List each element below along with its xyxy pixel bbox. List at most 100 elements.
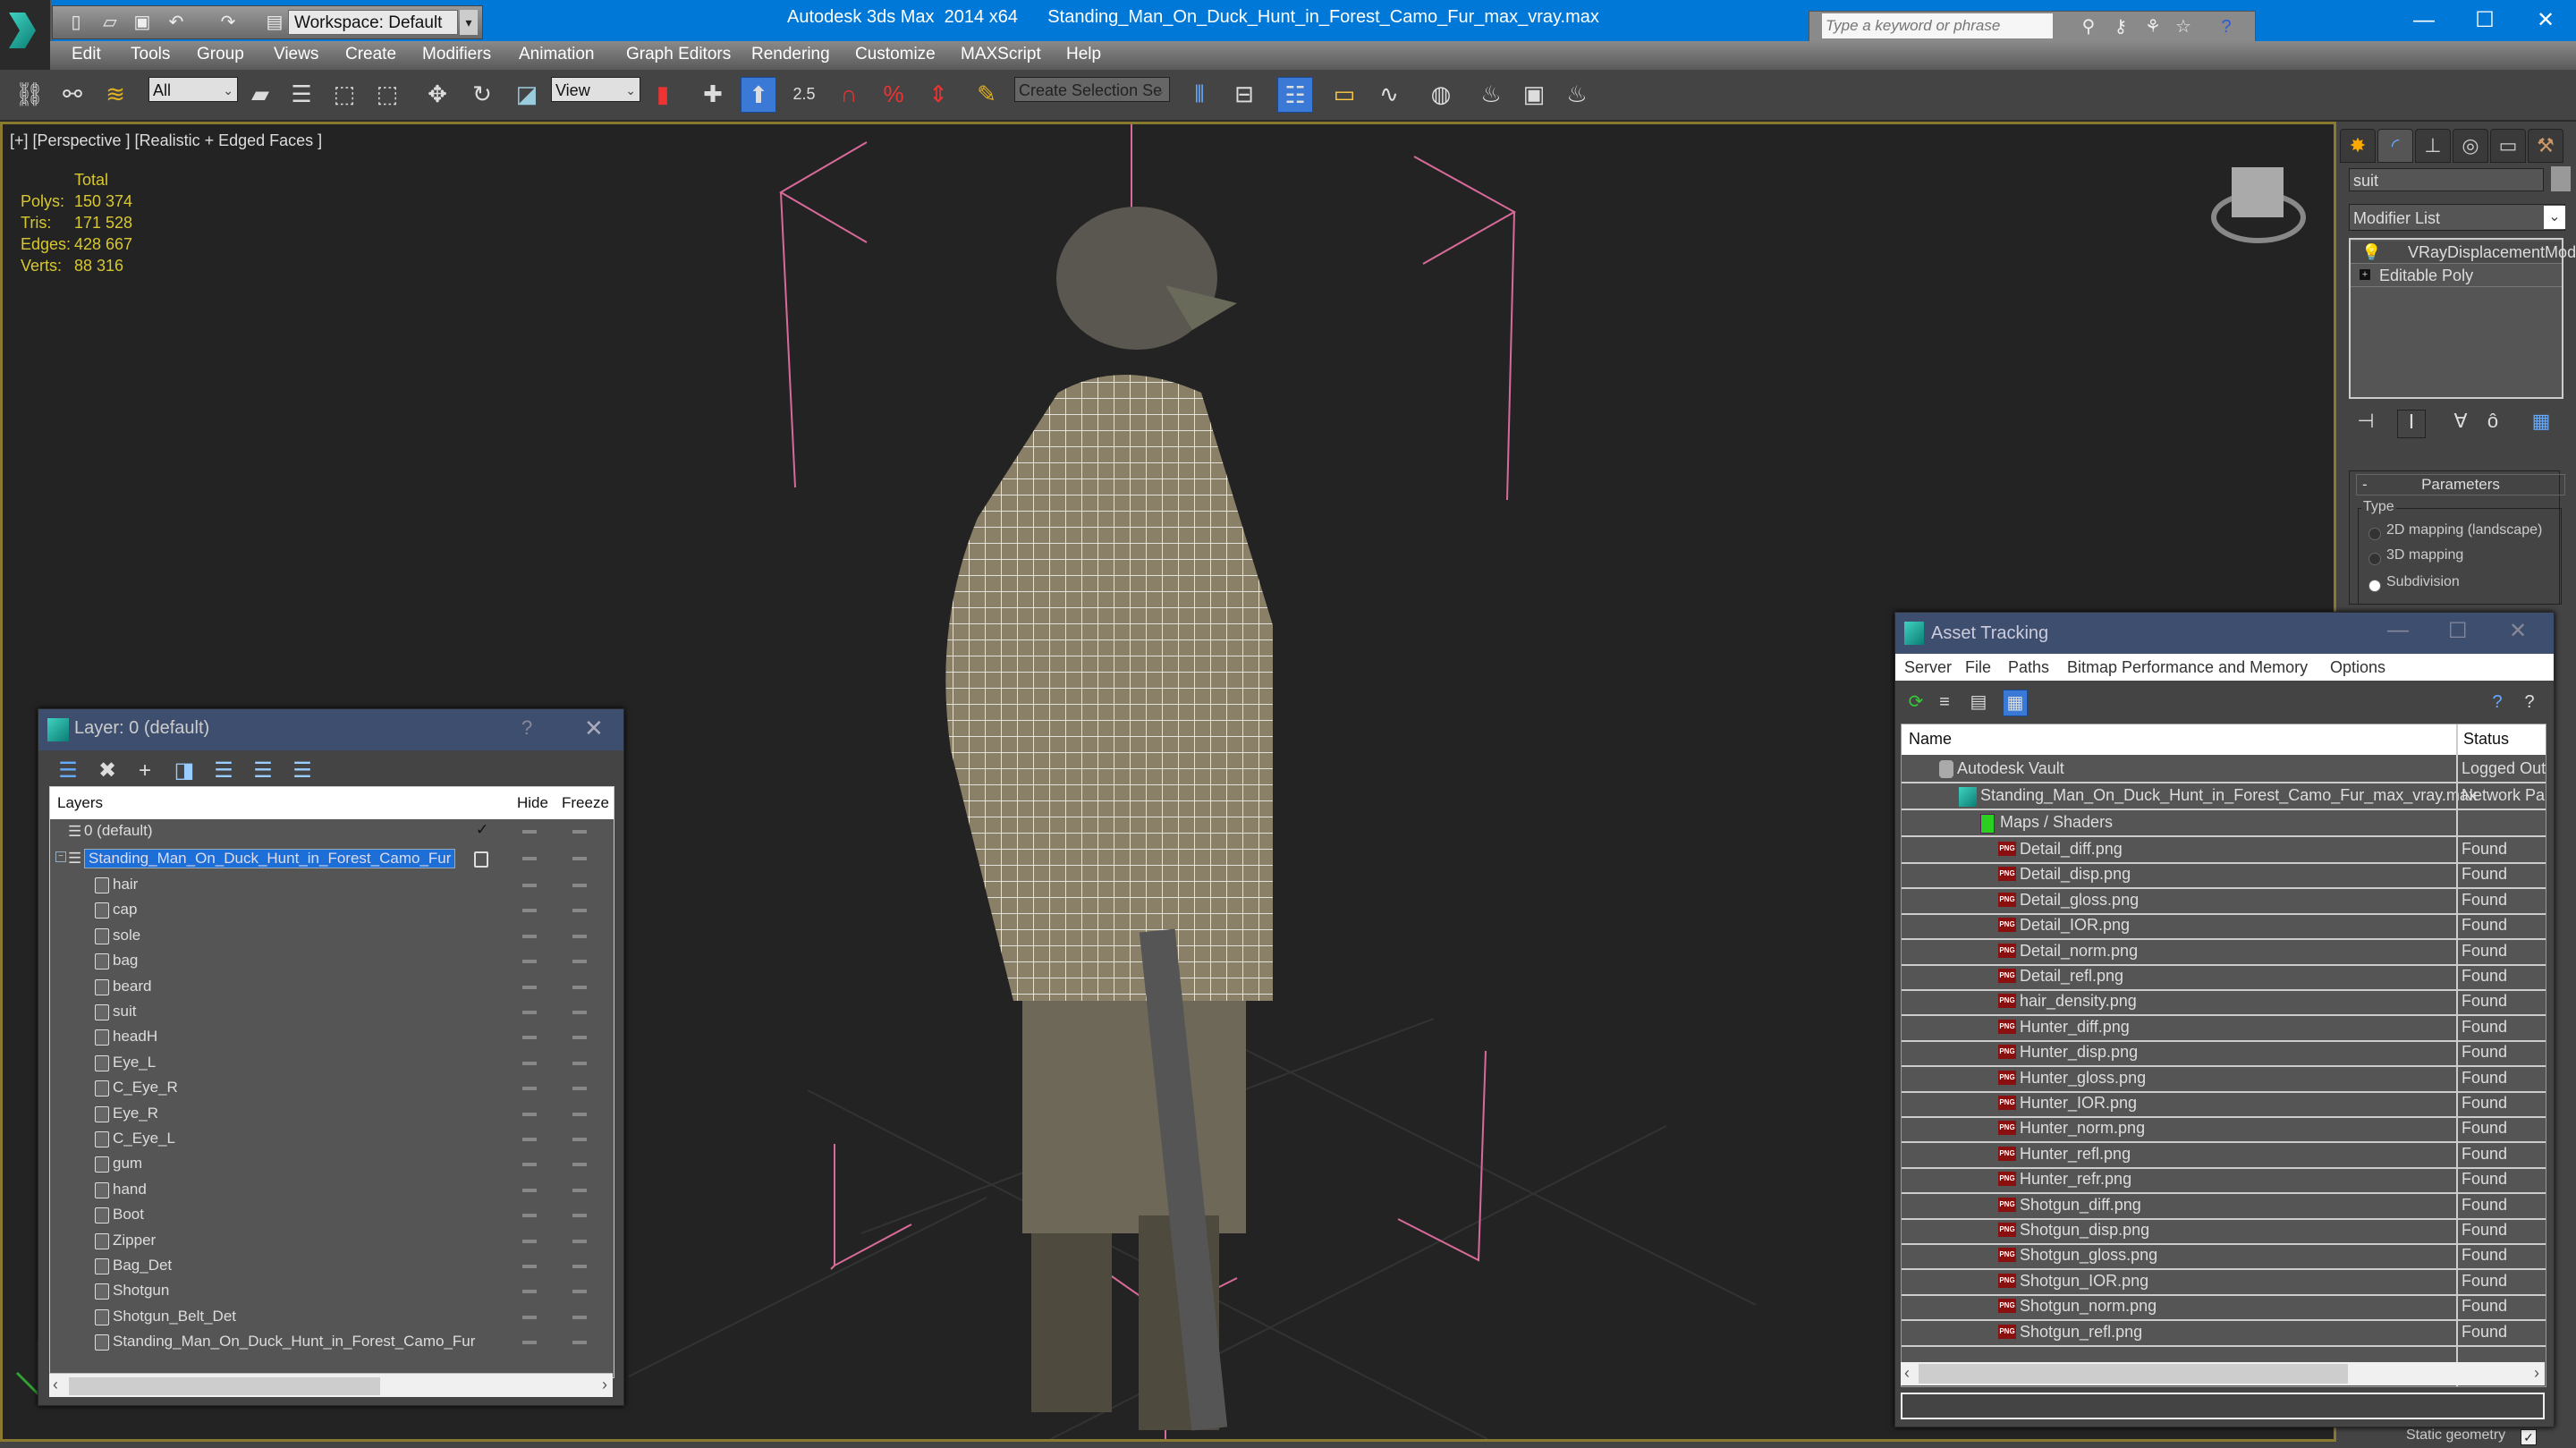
layer-object-row[interactable]: sole <box>50 924 614 949</box>
freeze-toggle[interactable] <box>572 884 587 887</box>
bind-space-warp-icon[interactable]: ≋ <box>98 77 132 111</box>
layer-object-row[interactable]: hair <box>50 873 614 898</box>
viewport-label[interactable]: [+] [Perspective ] [Realistic + Edged Fa… <box>10 131 322 150</box>
asset-row[interactable]: PNG Hunter_refr.png Found <box>1902 1167 2546 1195</box>
freeze-toggle[interactable] <box>572 1138 587 1141</box>
render-setup-icon[interactable]: ♨ <box>1474 77 1508 111</box>
freeze-toggle[interactable] <box>572 1011 587 1014</box>
snaps-toggle-icon[interactable]: 2.5 <box>787 77 821 111</box>
close-button[interactable]: ✕ <box>2509 618 2527 644</box>
column-status[interactable]: Status <box>2463 730 2509 749</box>
undo-icon[interactable]: ↶ <box>165 12 187 33</box>
save-file-icon[interactable]: ▣ <box>131 12 153 33</box>
select-object-icon[interactable]: ▰ <box>243 77 277 111</box>
scroll-right-icon[interactable]: › <box>602 1376 607 1394</box>
radio-subdivision[interactable] <box>2368 580 2381 592</box>
asset-row-vault[interactable]: Autodesk Vault Logged Out <box>1902 757 2546 783</box>
asset-row[interactable]: PNG Shotgun_refl.png Found <box>1902 1320 2546 1347</box>
maximize-button[interactable]: ☐ <box>2458 4 2512 38</box>
asset-row[interactable]: PNG Hunter_diff.png Found <box>1902 1015 2546 1042</box>
modifier-list-dropdown[interactable]: Modifier List <box>2349 204 2565 231</box>
manipulate-icon[interactable]: ✚ <box>696 77 730 111</box>
freeze-toggle[interactable] <box>572 934 587 938</box>
hide-toggle[interactable] <box>522 1061 537 1065</box>
qat-customize-arrow[interactable]: ▾ <box>460 10 478 35</box>
asset-row[interactable]: PNG Detail_gloss.png Found <box>1902 888 2546 915</box>
app-menu-button[interactable] <box>0 0 51 75</box>
hide-toggle[interactable] <box>522 1315 537 1319</box>
layer-object-row[interactable]: gum <box>50 1152 614 1177</box>
menu-bitmap-performance[interactable]: Bitmap Performance and Memory <box>2067 658 2308 677</box>
layer-dialog-titlebar[interactable]: Layer: 0 (default) ? ✕ <box>38 709 623 750</box>
parameters-rollout-header[interactable]: - Parameters <box>2356 474 2565 495</box>
hide-toggle[interactable] <box>522 1265 537 1268</box>
menu-maxscript[interactable]: MAXScript <box>961 45 1041 64</box>
refresh-icon[interactable]: ⟳ <box>1904 690 1928 715</box>
stack-item-editable-poly[interactable]: + Editable Poly <box>2351 265 2562 287</box>
asset-row[interactable]: PNG hair_density.png Found <box>1902 989 2546 1017</box>
render-production-icon[interactable]: ♨ <box>1560 77 1594 111</box>
pivot-center-icon[interactable]: ▮ <box>646 77 680 111</box>
layer-object-row[interactable]: hand <box>50 1178 614 1203</box>
asset-horizontal-scrollbar[interactable]: ‹ › <box>1901 1362 2545 1385</box>
static-geometry-checkbox[interactable]: ✓ <box>2521 1429 2537 1445</box>
hide-toggle[interactable] <box>522 884 537 887</box>
asset-row[interactable]: PNG Hunter_disp.png Found <box>1902 1040 2546 1068</box>
edit-named-selection-icon[interactable]: ✎ <box>970 77 1004 111</box>
menu-edit[interactable]: Edit <box>72 45 101 64</box>
redo-icon[interactable]: ↷ <box>217 12 239 33</box>
freeze-toggle[interactable] <box>572 1265 587 1268</box>
current-layer-check-icon[interactable]: ✓ <box>476 821 488 839</box>
layer-object-row[interactable]: Zipper <box>50 1229 614 1254</box>
asset-row[interactable]: PNG Hunter_gloss.png Found <box>1902 1066 2546 1093</box>
material-editor-icon[interactable]: ◍ <box>1424 77 1458 111</box>
asset-dialog-titlebar[interactable]: Asset Tracking — ☐ ✕ <box>1895 613 2554 654</box>
layer-object-row[interactable]: Shotgun <box>50 1279 614 1304</box>
asset-row[interactable]: PNG Detail_disp.png Found <box>1902 862 2546 890</box>
rotate-icon[interactable]: ↻ <box>465 77 499 111</box>
hide-toggle[interactable] <box>522 909 537 913</box>
create-new-layer-icon[interactable]: ☰ <box>55 758 81 784</box>
scale-icon[interactable]: ◪ <box>510 77 544 111</box>
rendered-frame-window-icon[interactable]: ▣ <box>1517 77 1551 111</box>
satellite-icon[interactable]: ⚘ <box>2142 15 2164 38</box>
layer-object-row[interactable]: C_Eye_R <box>50 1076 614 1101</box>
hide-toggle[interactable] <box>522 985 537 989</box>
layer-object-row[interactable]: Standing_Man_On_Duck_Hunt_in_Forest_Camo… <box>50 1330 614 1355</box>
new-file-icon[interactable]: ▯ <box>65 12 87 33</box>
menu-tools[interactable]: Tools <box>131 45 170 64</box>
freeze-toggle[interactable] <box>572 1315 587 1319</box>
align-icon[interactable]: ⊟ <box>1227 77 1261 111</box>
reference-coord-dropdown[interactable]: View ⌄ <box>551 77 640 102</box>
hide-unhide-all-layers-icon[interactable]: ☰ <box>250 758 276 784</box>
maximize-button[interactable]: ☐ <box>2448 618 2468 644</box>
layer-object-row[interactable]: Eye_R <box>50 1102 614 1127</box>
minimize-button[interactable]: — <box>2397 4 2451 38</box>
link-icon[interactable]: ⛓ <box>13 77 47 111</box>
scrollbar-thumb[interactable] <box>1919 1364 2348 1384</box>
rect-selection-icon[interactable]: ⬚ <box>327 77 361 111</box>
menu-rendering[interactable]: Rendering <box>751 45 830 64</box>
display-tab-icon[interactable]: ▭ <box>2490 129 2526 163</box>
angle-snap-icon[interactable]: ∩ <box>832 77 866 111</box>
spinner-snap-icon[interactable]: ⇕ <box>921 77 955 111</box>
hierarchy-tab-icon[interactable]: ⊥ <box>2415 129 2451 163</box>
modify-tab-icon[interactable]: ◜ <box>2377 129 2413 163</box>
mirror-icon[interactable]: ⫴ <box>1182 77 1216 111</box>
freeze-toggle[interactable] <box>572 1341 587 1345</box>
freeze-toggle[interactable] <box>572 985 587 989</box>
menu-create[interactable]: Create <box>345 45 396 64</box>
curve-editor-icon[interactable]: ∿ <box>1372 77 1406 111</box>
hide-toggle[interactable] <box>522 934 537 938</box>
hide-toggle[interactable] <box>522 1341 537 1345</box>
keyboard-shortcut-override-icon[interactable]: ⬆ <box>741 77 776 113</box>
close-button[interactable]: ✕ <box>2519 4 2572 38</box>
column-hide[interactable]: Hide <box>517 794 548 812</box>
move-icon[interactable]: ✥ <box>420 77 454 111</box>
freeze-toggle[interactable] <box>572 1036 587 1040</box>
layer-object-row[interactable]: headH <box>50 1025 614 1050</box>
hide-toggle[interactable] <box>522 1011 537 1014</box>
column-freeze[interactable]: Freeze <box>562 794 609 812</box>
current-layer-box[interactable] <box>474 851 488 868</box>
asset-row[interactable]: PNG Hunter_IOR.png Found <box>1902 1091 2546 1118</box>
